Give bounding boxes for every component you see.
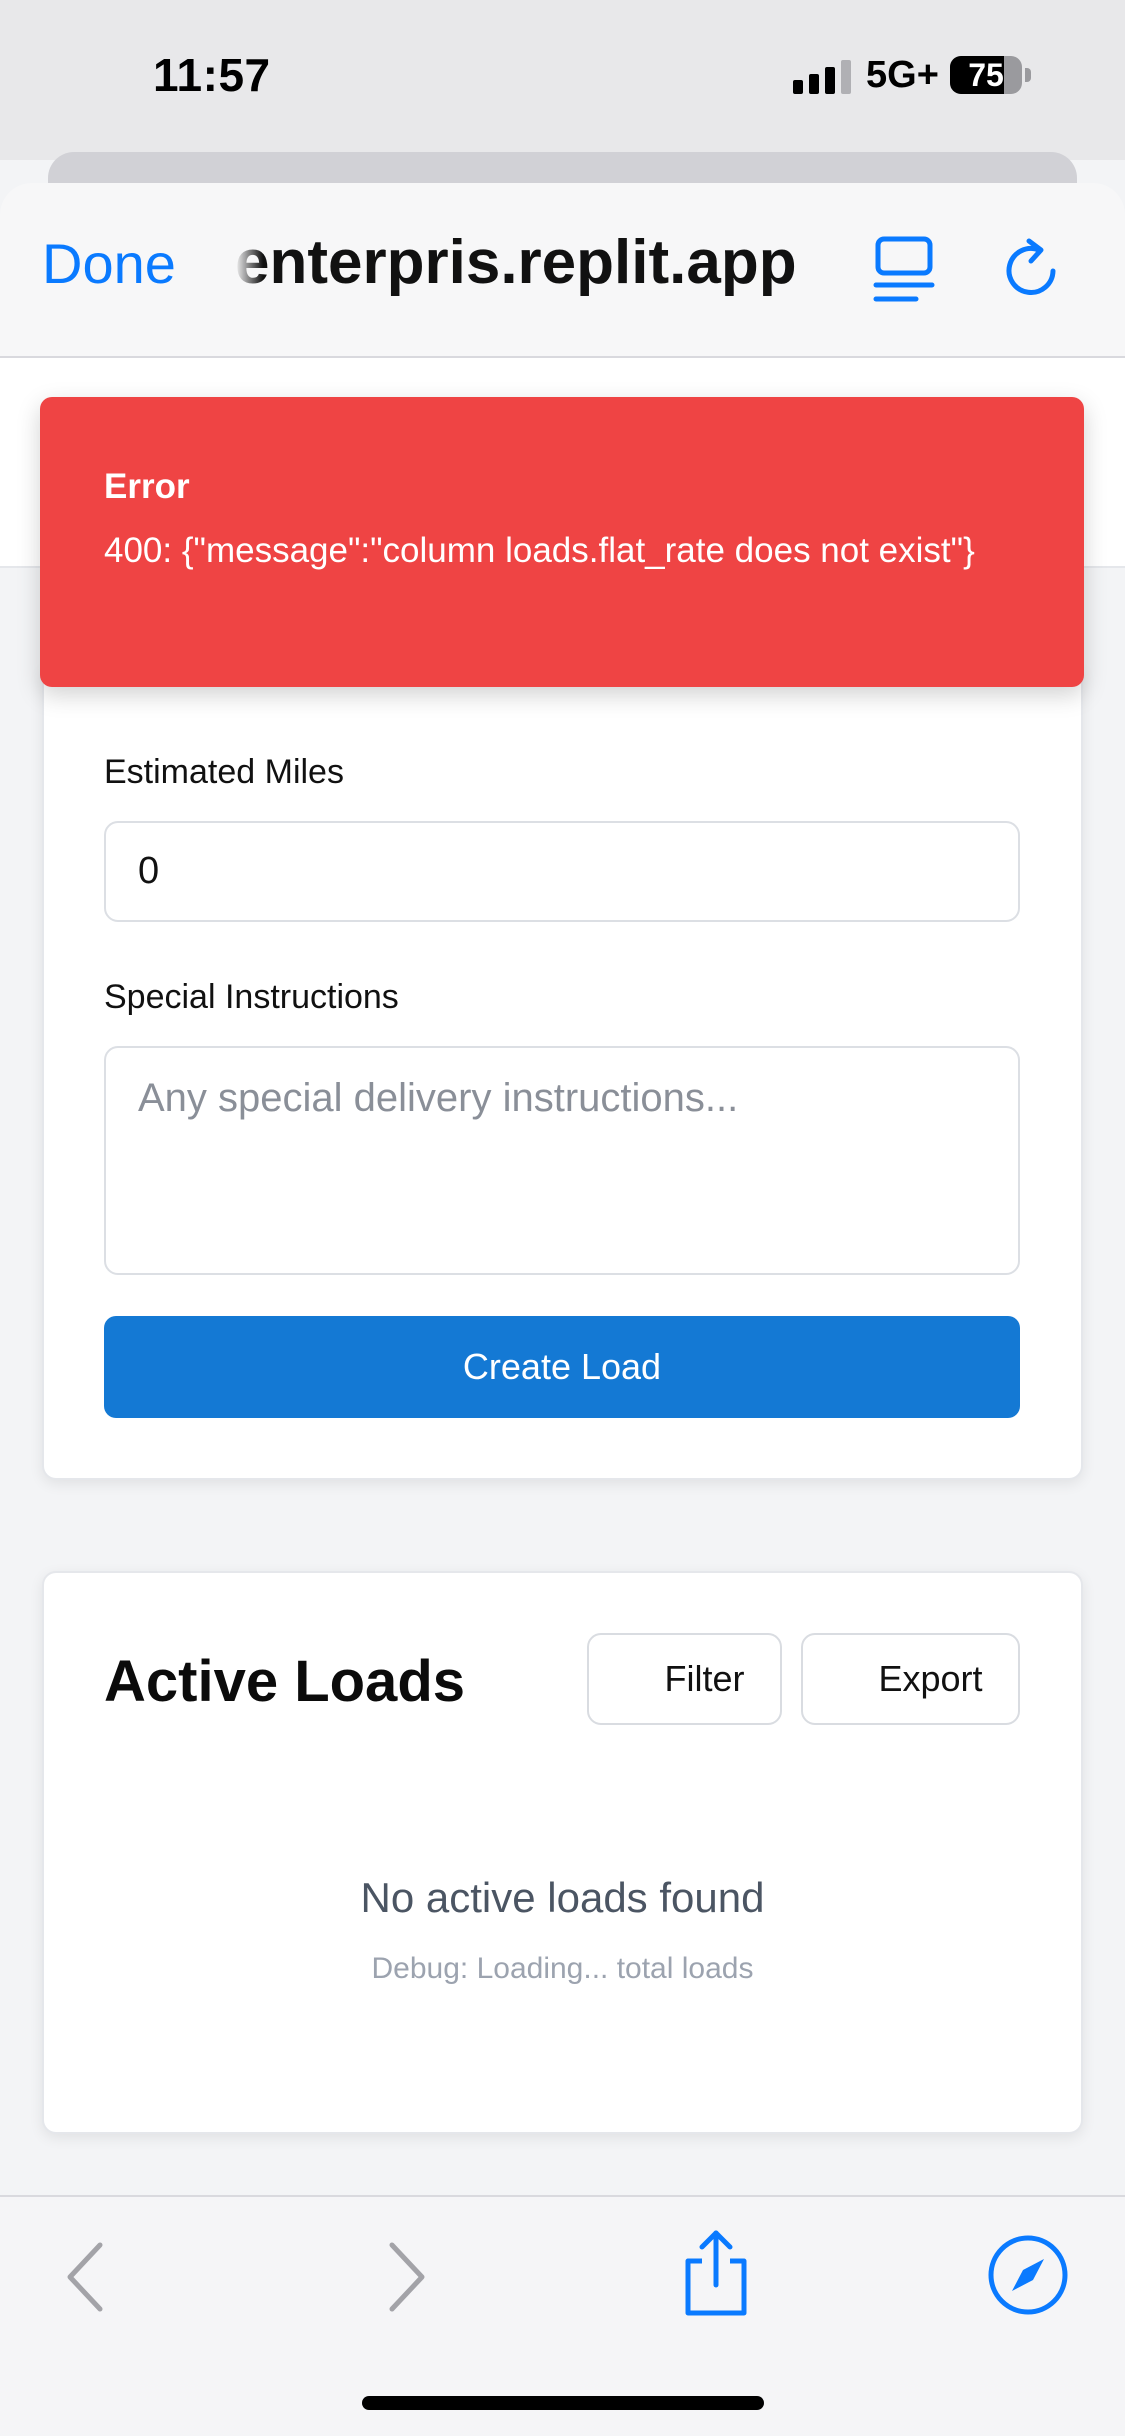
status-time: 11:57 [153, 49, 271, 101]
active-loads-title: Active Loads [104, 1649, 465, 1714]
miles-input[interactable] [104, 821, 1020, 922]
export-button[interactable]: Export [801, 1633, 1020, 1725]
reload-icon[interactable] [1003, 237, 1065, 303]
battery-level: 75 [968, 57, 1004, 93]
compass-icon[interactable] [986, 2233, 1070, 2317]
browser-toolbar: Done enterpris.replit.app [0, 183, 1125, 358]
home-indicator [362, 2396, 764, 2410]
done-button[interactable]: Done [42, 231, 176, 296]
toast-title: Error [104, 467, 190, 506]
miles-label: Estimated Miles [104, 753, 344, 791]
status-bar: 11:57 5G+ 75 [0, 0, 1125, 160]
error-toast[interactable]: Error 400: {"message":"column loads.flat… [40, 397, 1084, 687]
forward-icon[interactable] [384, 2239, 430, 2315]
instructions-textarea[interactable] [104, 1046, 1020, 1275]
instructions-label: Special Instructions [104, 978, 399, 1016]
toast-message: 400: {"message":"column loads.flat_rate … [104, 531, 975, 570]
battery-tip [1025, 68, 1031, 82]
battery-icon: 75 [950, 56, 1022, 94]
network-type: 5G+ [866, 54, 939, 96]
signal-strength-icon [793, 58, 851, 94]
reader-mode-icon[interactable] [872, 235, 936, 305]
debug-message: Debug: Loading... total loads [371, 1952, 754, 1985]
create-load-button[interactable]: Create Load [104, 1316, 1020, 1418]
empty-state-message: No active loads found [360, 1874, 765, 1921]
url-field[interactable]: enterpris.replit.app [235, 227, 830, 298]
share-icon[interactable] [678, 2227, 754, 2319]
filter-button[interactable]: Filter [587, 1633, 782, 1725]
back-icon[interactable] [62, 2239, 108, 2315]
